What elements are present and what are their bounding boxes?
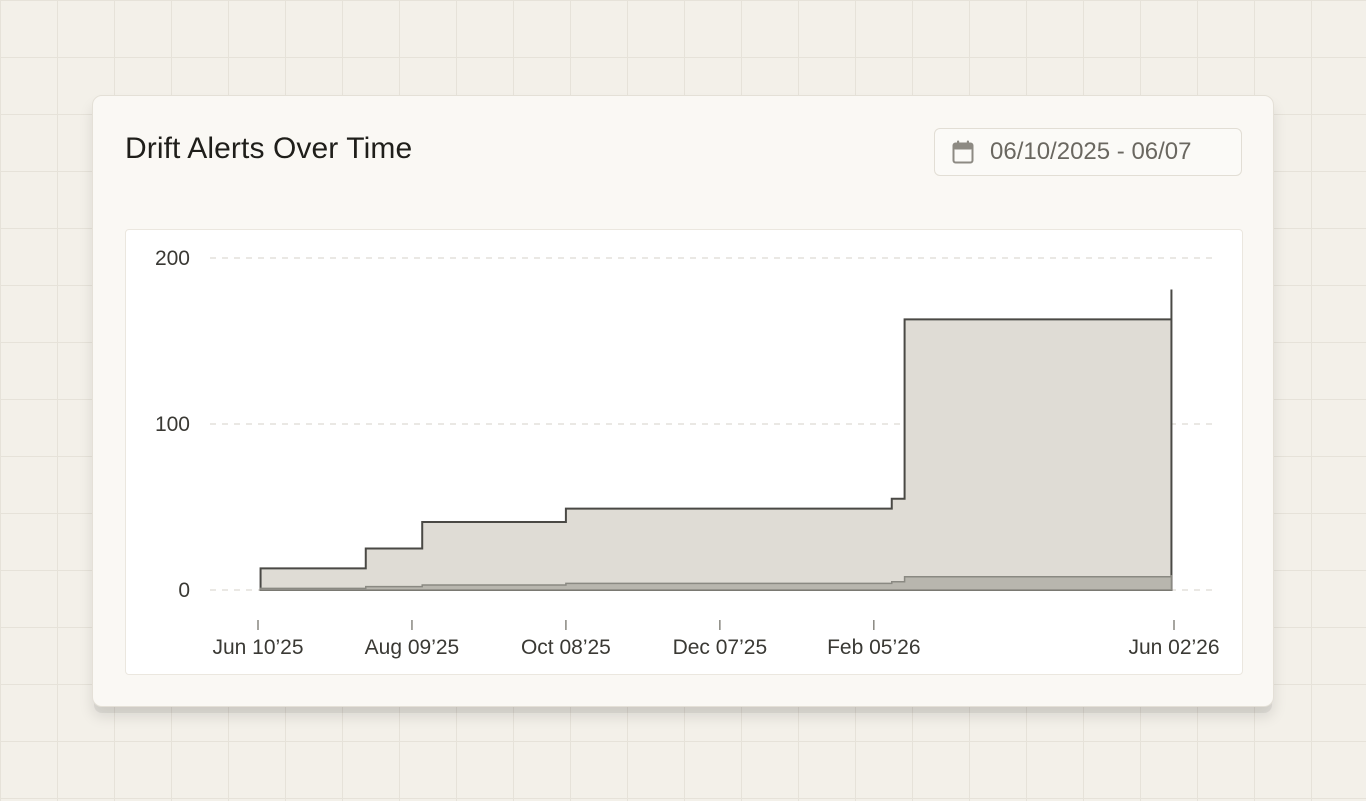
x-tick-label: Jun 10’25	[212, 636, 303, 659]
chart-area: 0 100 200 Jun 10’25 Aug 09’25 Oct 08’25 Dec 07…	[125, 229, 1243, 675]
calendar-icon	[952, 140, 974, 164]
x-tick-label: Jun 02’26	[1128, 636, 1219, 659]
x-tick-label: Dec 07’25	[673, 636, 768, 659]
chart-svg: 0 100 200 Jun 10’25 Aug 09’25 Oct 08’25 Dec 07…	[155, 247, 1220, 659]
date-range-text: 06/10/2025 - 06/07	[990, 138, 1192, 165]
chart-title: Drift Alerts Over Time	[125, 132, 413, 165]
x-tick-label: Aug 09’25	[365, 636, 460, 659]
x-tick-label: Oct 08’25	[521, 636, 611, 659]
y-tick-label: 100	[155, 413, 190, 436]
y-tick-label: 200	[155, 247, 190, 270]
date-range-picker[interactable]: 06/10/2025 - 06/07	[934, 128, 1242, 176]
x-tick-label: Feb 05’26	[827, 636, 920, 659]
y-tick-label: 0	[178, 579, 190, 602]
series-1-area	[259, 289, 1173, 591]
chart-card: Drift Alerts Over Time 06/10/2025 - 06/0…	[92, 95, 1274, 707]
